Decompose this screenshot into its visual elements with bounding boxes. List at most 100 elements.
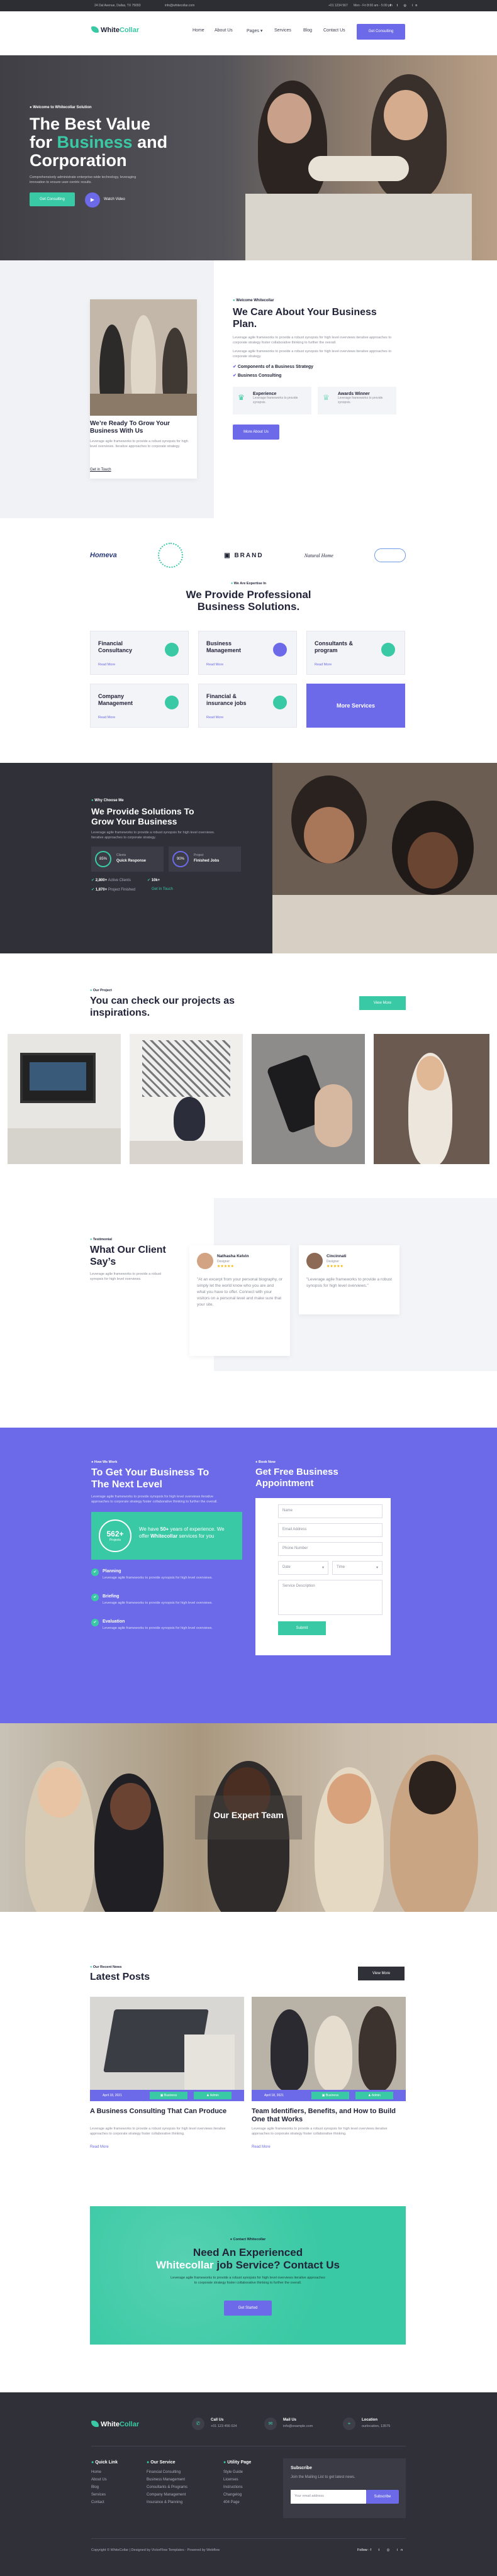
more-services-button[interactable]: More Services <box>306 684 405 728</box>
service-card-2[interactable]: Business Management Read More <box>198 631 297 675</box>
project-photo-3[interactable] <box>252 1034 365 1164</box>
banner-title: Need An Experienced Whitecollar job Servi… <box>156 2246 340 2271</box>
post-title[interactable]: Team Identifiers, Benefits, and How to B… <box>252 2107 399 2124</box>
blog-post-2[interactable]: April 18, 2021 ▣ Business ♟ Admin Team I… <box>252 1997 406 2179</box>
get-in-touch-link[interactable]: Get in Touch <box>90 468 111 472</box>
footer-link[interactable]: Style Guide <box>223 2468 251 2476</box>
post-title[interactable]: A Business Consulting That Can Produce <box>90 2107 228 2116</box>
phone-icon: ✆ <box>192 2418 204 2430</box>
time-input[interactable]: Time ▾ <box>332 1561 383 1575</box>
footer-link[interactable]: Services <box>91 2491 118 2499</box>
footer-link[interactable]: Consultants & Programs <box>147 2484 187 2491</box>
footer-logo[interactable]: WhiteCollar <box>91 2421 139 2428</box>
blog-photo-2 <box>252 1997 406 2090</box>
post-category: ▣ Business <box>150 2092 187 2099</box>
logo[interactable]: WhiteCollar <box>91 26 139 34</box>
project-photo-1[interactable] <box>8 1034 121 1164</box>
nav-services[interactable]: Services <box>274 28 291 33</box>
check-icon: ✔ <box>233 365 237 369</box>
get-started-button[interactable]: Get Started <box>224 2301 272 2316</box>
banner-kicker: ● Contact Whitecollar <box>230 2238 266 2241</box>
brand-brand: ▣ BRAND <box>224 552 264 559</box>
watch-video-link[interactable]: Watch Video <box>104 197 125 201</box>
footer-link[interactable]: Business Management <box>147 2476 187 2484</box>
service-card-1[interactable]: Financial Consultancy Read More <box>90 631 189 675</box>
footer-link[interactable]: Contact <box>91 2499 118 2506</box>
post-date: April 18, 2021 <box>264 2094 284 2097</box>
get-consulting-button[interactable]: Get Consulting <box>357 24 405 40</box>
email-input[interactable]: Email Address <box>278 1523 383 1537</box>
blog-view-more-button[interactable]: View More <box>358 1967 405 1980</box>
service-card-3[interactable]: Consultants & program Read More <box>306 631 405 675</box>
chevron-down-icon: ▾ <box>321 1566 324 1570</box>
about-p1: Leverage agile frameworks to provide a r… <box>233 336 391 345</box>
subscribe-button[interactable]: Subscribe <box>366 2490 399 2504</box>
nav-pages[interactable]: Pages ▾ <box>247 28 262 33</box>
play-icon[interactable]: ▶ <box>85 192 100 208</box>
read-more-link[interactable]: Read More <box>206 663 223 667</box>
subscribe-box: Subscribe Join the Mailing List to get l… <box>283 2458 406 2518</box>
read-more-link[interactable]: Read More <box>90 2145 109 2149</box>
footer-link[interactable]: 404 Page <box>223 2499 251 2506</box>
post-excerpt: Leverage agile frameworks to provide a r… <box>90 2127 226 2136</box>
footer-link[interactable]: Insurance & Planning <box>147 2499 187 2506</box>
blog-post-1[interactable]: April 18, 2021 ▣ Business ♟ Admin A Busi… <box>90 1997 244 2179</box>
nav-about[interactable]: About Us <box>215 28 233 33</box>
phone-text[interactable]: +01 1234 567 <box>328 4 348 8</box>
project-photo-4[interactable] <box>374 1034 489 1164</box>
address-text: 24 Dal Avenue, Dallas, TX 75093 <box>94 4 141 8</box>
experience-icon: ♛ <box>238 393 245 402</box>
nav-contact[interactable]: Contact Us <box>323 28 345 33</box>
nav-home[interactable]: Home <box>193 28 204 33</box>
footer-services: ● Our Service Financial Consulting Busin… <box>147 2460 187 2506</box>
how-title: To Get Your Business To The Next Level <box>91 1467 209 1490</box>
date-input[interactable]: Date ▾ <box>278 1561 328 1575</box>
more-about-button[interactable]: More About Us <box>233 425 279 440</box>
trophy-icon: ♕ <box>323 393 330 402</box>
footer-link[interactable]: Home <box>91 2468 118 2476</box>
read-more-link[interactable]: Read More <box>206 716 223 719</box>
projects-view-more-button[interactable]: View More <box>359 996 406 1010</box>
nav-blog[interactable]: Blog <box>303 28 312 33</box>
finance-icon <box>165 643 179 657</box>
logo-icon <box>91 26 99 33</box>
read-more-link[interactable]: Read More <box>98 663 115 667</box>
footer-link[interactable]: Licenses <box>223 2476 251 2484</box>
read-more-link[interactable]: Read More <box>315 663 332 667</box>
about-card-title: We’re Ready To Grow Your Business With U… <box>90 420 170 435</box>
footer-link[interactable]: About Us <box>91 2476 118 2484</box>
post-excerpt: Leverage agile frameworks to provide a r… <box>252 2127 388 2136</box>
project-photo-2[interactable] <box>130 1034 243 1164</box>
feature-experience: ♛ Experience Leverage frameworks to prov… <box>233 387 311 414</box>
why-get-in-touch-link[interactable]: Get In Touch <box>152 887 173 892</box>
hero-text: Comprehensively administrate enterprise-… <box>30 175 137 184</box>
subscribe-email-input[interactable]: Your email address <box>291 2490 366 2504</box>
check-item-2: ✔ Business Consulting <box>233 374 282 378</box>
brand-oval-logo <box>374 548 406 562</box>
footer-link[interactable]: Financial Consulting <box>147 2468 187 2476</box>
social-icons[interactable]: f t ◎ in <box>390 4 420 8</box>
service-card-5[interactable]: Financial & insurance jobs Read More <box>198 684 297 728</box>
footer-link[interactable]: Instructions <box>223 2484 251 2491</box>
stat-clients: 85% Clients Quick Response <box>91 847 164 872</box>
name-input[interactable]: Name <box>278 1504 383 1518</box>
hero-consulting-button[interactable]: Get Consulting <box>30 192 75 206</box>
description-textarea[interactable]: Service Description <box>278 1580 383 1615</box>
service-card-4[interactable]: Company Management Read More <box>90 684 189 728</box>
brand-homeva: Homeva <box>90 552 117 559</box>
about-card: We’re Ready To Grow Your Business With U… <box>90 299 197 479</box>
phone-input[interactable]: Phone Number <box>278 1542 383 1556</box>
contact-banner: ● Contact Whitecollar Need An Experience… <box>90 2206 406 2345</box>
blog-title: Latest Posts <box>90 1972 150 1982</box>
submit-button[interactable]: Submit <box>278 1621 326 1635</box>
hero-photo <box>208 55 497 260</box>
footer-quick-links: ● Quick Link Home About Us Blog Services… <box>91 2460 118 2506</box>
footer-link[interactable]: Changelog <box>223 2491 251 2499</box>
experience-badge: 562+ Projects We have 50+ years of exper… <box>91 1512 242 1560</box>
footer-link[interactable]: Company Management <box>147 2491 187 2499</box>
social-icons[interactable]: f t ◎ in <box>370 2548 406 2552</box>
email-text[interactable]: info@whitecollar.com <box>165 4 194 8</box>
read-more-link[interactable]: Read More <box>98 716 115 719</box>
read-more-link[interactable]: Read More <box>252 2145 271 2149</box>
footer-link[interactable]: Blog <box>91 2484 118 2491</box>
